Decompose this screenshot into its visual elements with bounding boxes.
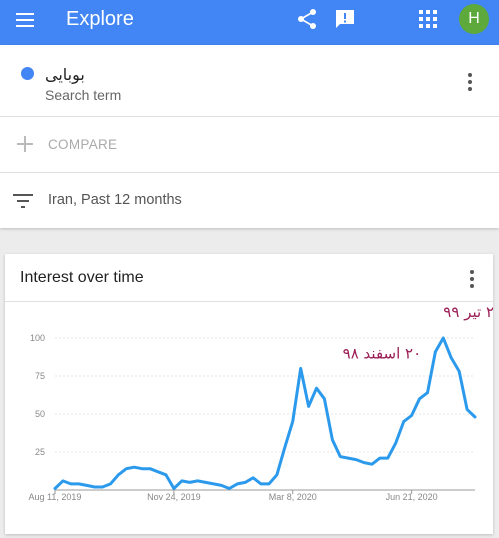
x-tick-label: Aug 11, 2019 (29, 492, 82, 502)
data-point (117, 474, 120, 476)
search-term-type: Search term (45, 87, 122, 103)
data-point (458, 370, 460, 373)
data-point (141, 467, 143, 470)
search-term-row[interactable]: بوبایی Search term (0, 45, 499, 117)
data-point (236, 483, 239, 485)
data-point (125, 467, 128, 470)
data-point (93, 486, 96, 488)
data-point (165, 474, 167, 476)
interest-chart: 25 50 75 100 Aug 11, 2019 Nov 24, 2019 Mar 8, … (29, 303, 493, 502)
app-title: Explore (66, 8, 134, 30)
compare-row[interactable]: COMPARE (0, 116, 499, 173)
data-point (133, 466, 136, 468)
filter-label[interactable]: Iran, Past 12 months (48, 192, 182, 208)
data-point (180, 480, 183, 482)
data-point (426, 391, 429, 394)
data-point (291, 420, 294, 423)
data-point (363, 461, 365, 464)
term-color-dot (21, 67, 34, 80)
menu-icon[interactable] (15, 10, 35, 30)
data-point (157, 470, 159, 473)
data-point (299, 367, 302, 370)
search-term[interactable]: بوبایی (45, 65, 85, 84)
data-point (418, 398, 421, 400)
data-point (188, 481, 191, 484)
x-tick-label: Jun 21, 2020 (386, 492, 438, 502)
data-point (204, 481, 207, 484)
data-point (474, 416, 476, 418)
y-tick-label: 75 (35, 371, 45, 381)
data-point (173, 487, 175, 490)
explore-panel: بوبایی Search term COMPARE Iran, Past 12… (0, 45, 499, 228)
data-point (252, 477, 254, 479)
date-annotation: ۲۰ تیر ۹۹ (443, 303, 493, 321)
interest-over-time-card: Interest over time 25 50 75 100 Aug 11, 2019… (5, 254, 493, 534)
x-tick-label: Nov 24, 2019 (147, 492, 201, 502)
data-point (54, 487, 56, 490)
data-point (371, 463, 373, 465)
more-options-icon[interactable] (467, 73, 473, 93)
data-point (387, 457, 389, 459)
data-point (276, 474, 278, 476)
data-point (268, 483, 270, 485)
data-point (307, 405, 310, 408)
data-point (355, 458, 357, 461)
data-point (228, 487, 231, 490)
data-point (379, 457, 381, 459)
app-bar: Explore H (0, 0, 499, 45)
data-point (196, 480, 199, 482)
data-point (109, 483, 112, 485)
data-point (442, 337, 445, 339)
data-point (244, 481, 246, 484)
data-point (77, 483, 80, 485)
apps-grid-icon[interactable] (418, 9, 438, 29)
filter-icon[interactable] (13, 194, 33, 208)
data-point (394, 442, 397, 444)
compare-button[interactable]: COMPARE (48, 137, 117, 152)
plus-icon[interactable] (16, 135, 34, 153)
avatar[interactable]: H (459, 4, 489, 34)
data-point (434, 350, 437, 353)
date-annotation: ۲۰ اسفند ۹۸ (343, 344, 422, 362)
data-point (347, 457, 350, 459)
filter-row[interactable]: Iran, Past 12 months (0, 172, 499, 228)
y-tick-label: 25 (35, 447, 45, 457)
data-point (62, 480, 64, 482)
data-point (149, 467, 151, 470)
data-point (101, 486, 104, 488)
y-tick-label: 50 (35, 409, 45, 419)
data-point (466, 408, 468, 411)
data-point (70, 483, 72, 485)
feedback-icon[interactable] (334, 8, 356, 30)
data-point (331, 439, 334, 441)
data-point (284, 446, 286, 449)
data-point (220, 484, 223, 487)
y-tick-label: 100 (30, 333, 45, 343)
data-point (212, 483, 215, 485)
share-icon[interactable] (296, 8, 318, 30)
data-point (402, 420, 405, 423)
data-point (85, 484, 88, 487)
data-point (410, 414, 413, 417)
data-point (315, 387, 318, 389)
data-point (323, 398, 326, 400)
data-point (260, 483, 262, 485)
data-point (339, 455, 342, 458)
data-point (450, 356, 453, 359)
x-tick-label: Mar 8, 2020 (269, 492, 317, 502)
